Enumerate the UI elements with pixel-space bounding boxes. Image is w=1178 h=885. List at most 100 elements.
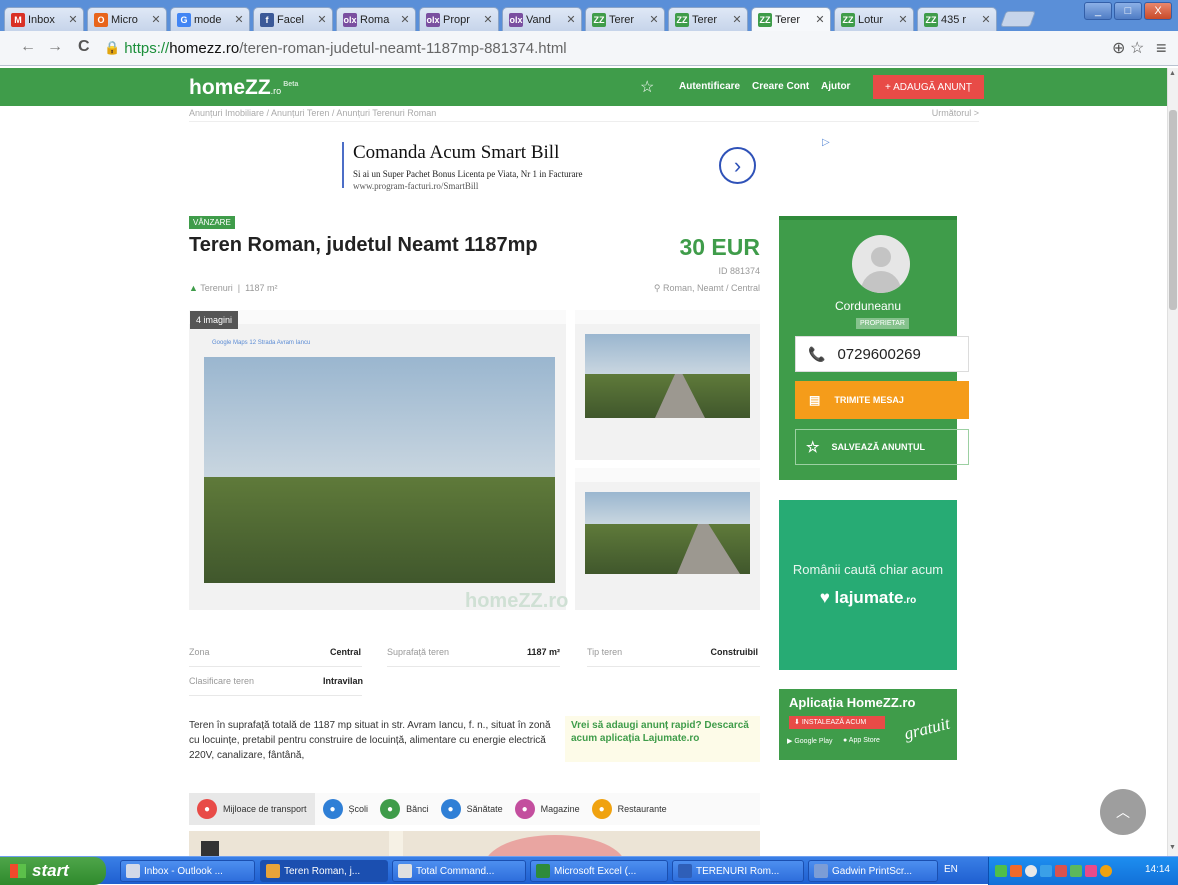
next-listing-link[interactable]: Următorul > (932, 108, 979, 118)
scroll-to-top-button[interactable]: ︿ (1100, 789, 1146, 835)
scroll-down-arrow-icon[interactable]: ▼ (1169, 844, 1176, 851)
tray-sync-icon[interactable] (1025, 865, 1037, 877)
taskbar-item[interactable]: Inbox - Outlook ... (120, 860, 255, 882)
taskbar-clock[interactable]: 14:14 (1145, 864, 1170, 875)
map-transport-marker-icon[interactable] (201, 841, 219, 857)
spec-label: Clasificare teren (189, 676, 255, 686)
login-link[interactable]: Autentificare (679, 81, 740, 92)
ad-url[interactable]: www.program-facturi.ro/SmartBill (353, 181, 478, 191)
poi-filter-school[interactable]: ● Școli (322, 799, 368, 819)
tray-network-icon[interactable] (995, 865, 1007, 877)
ad-arrow-button[interactable]: › (719, 147, 756, 184)
taskbar-item[interactable]: Gadwin PrintScr... (808, 860, 938, 882)
tab-close-icon[interactable]: ✕ (564, 13, 578, 26)
taskbar-item[interactable]: Total Command... (392, 860, 526, 882)
taskbar-item[interactable]: Microsoft Excel (... (530, 860, 668, 882)
browser-tab[interactable]: ZZ Terer ✕ (668, 7, 748, 31)
tab-close-icon[interactable]: ✕ (979, 13, 993, 26)
image-count-badge[interactable]: 4 imagini (190, 311, 239, 329)
lajumate-banner[interactable]: Românii caută chiar acum ♥ lajumate.ro (779, 500, 957, 670)
tab-close-icon[interactable]: ✕ (398, 13, 412, 26)
category-label[interactable]: Terenuri (200, 283, 233, 293)
zoom-icon[interactable]: ⊕ (1112, 38, 1125, 58)
tab-close-icon[interactable]: ✕ (647, 13, 661, 26)
thumbnail-photo[interactable] (575, 310, 760, 460)
browser-tab[interactable]: olx Propr ✕ (419, 7, 499, 31)
poi-filter-bus[interactable]: ● Mijloace de transport (189, 793, 315, 825)
app-store-badge[interactable]: ● App Store (843, 737, 880, 744)
tab-close-icon[interactable]: ✕ (66, 13, 80, 26)
map-area-highlight (485, 835, 625, 857)
adchoices-icon[interactable]: ▷ (822, 137, 830, 148)
browser-tab[interactable]: olx Vand ✕ (502, 7, 582, 31)
spec-divider (189, 666, 362, 667)
tab-close-icon[interactable]: ✕ (149, 13, 163, 26)
tab-close-icon[interactable]: ✕ (232, 13, 246, 26)
google-play-badge[interactable]: ▶ Google Play (787, 737, 832, 745)
text-ad[interactable]: Comanda Acum Smart Bill Si ai un Super P… (342, 137, 762, 193)
bookmark-star-icon[interactable]: ☆ (1130, 38, 1144, 58)
tray-shield-icon[interactable] (1070, 865, 1082, 877)
install-now-button[interactable]: ⬇ INSTALEAZĂ ACUM (789, 716, 885, 729)
listing-title: Teren Roman, judetul Neamt 1187mp (189, 234, 538, 256)
poi-filter-bank[interactable]: ● Bănci (380, 799, 429, 819)
browser-tab[interactable]: ZZ Terer ✕ (751, 7, 831, 31)
address-bar[interactable]: 🔒 https:// homezz.ro /teren-roman-judetu… (104, 37, 1088, 59)
browser-tab[interactable]: M Inbox ✕ (4, 7, 84, 31)
poi-filter-health[interactable]: ● Sănătate (440, 799, 503, 819)
close-window-button[interactable]: X (1144, 2, 1172, 20)
breadcrumb-path[interactable]: Anunțuri Imobiliare / Anunțuri Teren / A… (189, 108, 436, 118)
scroll-up-arrow-icon[interactable]: ▲ (1169, 70, 1176, 77)
taskbar-app-icon (536, 864, 550, 878)
add-listing-button[interactable]: + ADAUGĂ ANUNȚ (873, 75, 984, 99)
favorites-star-icon[interactable]: ☆ (640, 77, 654, 97)
browser-tab[interactable]: ZZ Terer ✕ (585, 7, 665, 31)
homezz-icon: ZZ (841, 12, 855, 27)
logo-beta: Beta (283, 81, 299, 88)
browser-tab[interactable]: Gmode ✕ (170, 7, 250, 31)
browser-tab[interactable]: olx Roma ✕ (336, 7, 416, 31)
new-tab-button[interactable] (1000, 11, 1036, 27)
taskbar-item[interactable]: TERENURI Rom... (672, 860, 804, 882)
browser-tab[interactable]: ZZ 435 r ✕ (917, 7, 997, 31)
browser-tab[interactable]: ZZ Lotur ✕ (834, 7, 914, 31)
save-listing-button[interactable]: ☆ SALVEAZĂ ANUNȚUL (795, 429, 969, 465)
map-preview[interactable] (189, 831, 760, 857)
ad-headline[interactable]: Comanda Acum Smart Bill (353, 142, 559, 164)
browser-tab[interactable]: f Facel ✕ (253, 7, 333, 31)
browser-tab[interactable]: O Micro ✕ (87, 7, 167, 31)
taskbar-item[interactable]: Teren Roman, j... (260, 860, 388, 882)
thumbnail-photo[interactable] (575, 468, 760, 610)
tray-chat-icon[interactable] (1040, 865, 1052, 877)
start-button[interactable]: start (0, 857, 106, 885)
start-label: start (32, 861, 69, 880)
tray-update-icon[interactable] (1055, 865, 1067, 877)
tab-close-icon[interactable]: ✕ (896, 13, 910, 26)
quick-ad-banner[interactable]: Vrei să adaugi anunț rapid? Descarcă acu… (565, 716, 760, 762)
tray-app-icon[interactable] (1100, 865, 1112, 877)
tab-close-icon[interactable]: ✕ (315, 13, 329, 26)
language-indicator[interactable]: EN (944, 864, 958, 875)
back-arrow-icon[interactable]: ← (20, 38, 36, 56)
tab-close-icon[interactable]: ✕ (481, 13, 495, 26)
help-link[interactable]: Ajutor (821, 81, 850, 92)
forward-arrow-icon[interactable]: → (47, 38, 63, 56)
register-link[interactable]: Creare Cont (752, 81, 809, 92)
maximize-button[interactable]: □ (1114, 2, 1142, 20)
minimize-button[interactable]: _ (1084, 2, 1112, 20)
phone-number-button[interactable]: 📞 0729600269 (795, 336, 969, 372)
tab-close-icon[interactable]: ✕ (730, 13, 744, 26)
phone-number: 0729600269 (837, 345, 921, 363)
main-photo[interactable] (189, 310, 566, 610)
poi-filter-restaurant[interactable]: ● Restaurante (591, 799, 667, 819)
send-message-button[interactable]: ▤ TRIMITE MESAJ (795, 381, 969, 419)
tab-close-icon[interactable]: ✕ (813, 13, 827, 26)
menu-icon[interactable]: ≡ (1156, 38, 1167, 59)
tray-antivirus-icon[interactable] (1010, 865, 1022, 877)
reload-icon[interactable]: C (78, 38, 90, 56)
tray-media-icon[interactable] (1085, 865, 1097, 877)
app-promo-box[interactable]: Aplicația HomeZZ.ro ⬇ INSTALEAZĂ ACUM ▶ … (779, 689, 957, 760)
poi-filter-shop[interactable]: ● Magazine (514, 799, 580, 819)
site-logo[interactable]: homeZZ.roBeta (189, 76, 298, 100)
scrollbar-thumb[interactable] (1169, 110, 1177, 310)
